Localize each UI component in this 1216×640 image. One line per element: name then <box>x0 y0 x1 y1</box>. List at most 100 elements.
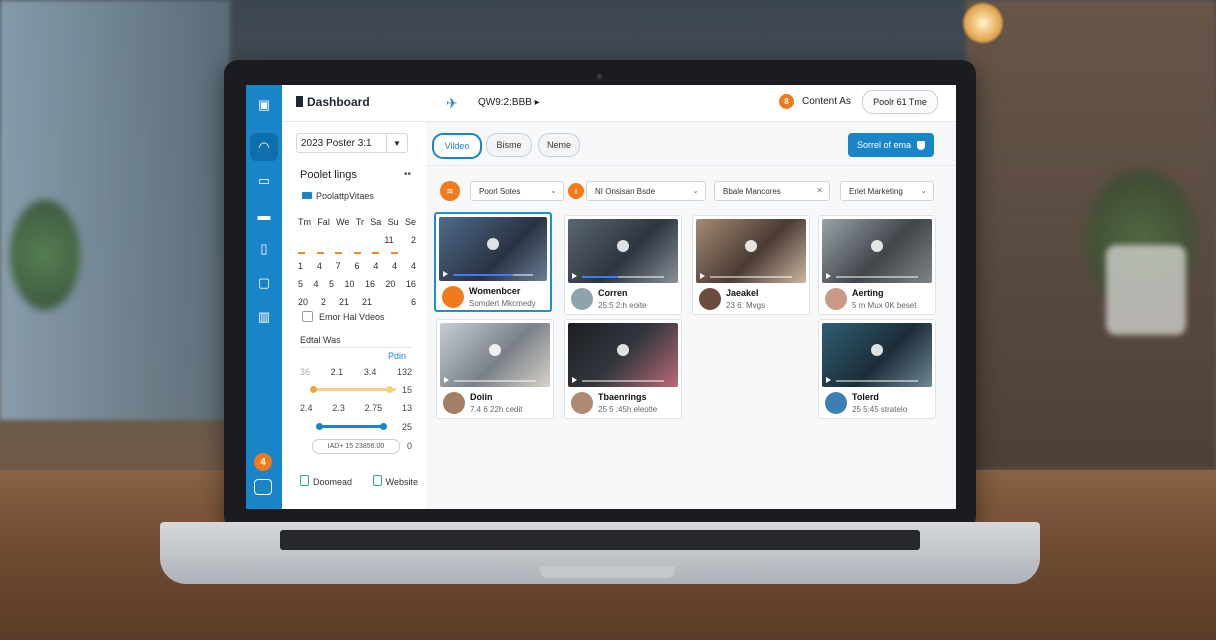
calendar-day[interactable]: 4 <box>317 261 322 271</box>
calendar-day[interactable]: 5 <box>298 279 303 289</box>
video-card[interactable]: Jaeakel 23 6: Mvgs <box>692 215 810 315</box>
play-icon[interactable] <box>826 377 831 383</box>
folder-icon[interactable]: ▭ <box>250 167 278 195</box>
calendar-day[interactable]: 2 <box>411 235 416 245</box>
range-row: 15 <box>300 385 412 395</box>
play-icon[interactable] <box>572 377 577 383</box>
player-controls <box>572 273 674 279</box>
player-controls <box>572 377 674 383</box>
video-card[interactable]: Tbaenrings 25 5 :45h eleotle <box>564 319 682 419</box>
player-controls <box>443 271 543 277</box>
primary-action-button[interactable]: Sorrel of ema <box>848 133 934 157</box>
card-title: Corren <box>598 288 628 298</box>
play-icon[interactable] <box>487 237 499 250</box>
document-link[interactable]: Doomead <box>300 475 352 487</box>
more-icon[interactable]: •• <box>404 169 411 180</box>
tab-bisme[interactable]: Bisme <box>486 133 532 157</box>
calendar-day[interactable]: 4 <box>373 261 378 271</box>
notification-badge[interactable]: 4 <box>254 453 272 471</box>
play-icon[interactable] <box>572 273 577 279</box>
calendar-day[interactable]: 2 <box>321 297 326 307</box>
filter-select[interactable]: NI Onsisan Bsde ⌄ <box>586 181 706 201</box>
video-card[interactable]: Aerting 5 m Mux 0K beset <box>818 215 936 315</box>
calendar-day[interactable]: 7 <box>336 261 341 271</box>
video-card[interactable]: Doiin 7.4 6 22h cedit <box>436 319 554 419</box>
video-thumbnail[interactable] <box>440 323 550 387</box>
play-icon[interactable] <box>745 239 757 252</box>
calendar-day[interactable]: 5 <box>329 279 334 289</box>
play-icon[interactable] <box>871 343 883 356</box>
period-select[interactable]: 2023 Poster 3:1 ▼ <box>296 133 408 153</box>
filter-link[interactable]: Pdin <box>388 351 406 361</box>
tab-video[interactable]: Vildeo <box>432 133 482 159</box>
play-icon[interactable] <box>444 377 449 383</box>
tab-neme[interactable]: Neme <box>538 133 580 157</box>
calendar-day[interactable]: 21 <box>362 297 372 307</box>
play-icon[interactable] <box>700 273 705 279</box>
day-name: Tm <box>298 217 311 227</box>
video-card[interactable]: Tolerd 25 5:45 stratelo <box>818 319 936 419</box>
legend-item[interactable]: PoolattpVitaes <box>302 191 374 201</box>
video-card[interactable]: Corren 25:5 2:h eoite <box>564 215 682 315</box>
home-icon[interactable]: ▣ <box>250 91 278 119</box>
calendar-day[interactable]: 21 <box>339 297 349 307</box>
play-icon[interactable] <box>443 271 448 277</box>
calendar-day[interactable]: 4 <box>313 279 318 289</box>
calendar-day[interactable]: 4 <box>411 261 416 271</box>
calendar-day[interactable]: 11 <box>384 235 393 245</box>
top-bar: ✈ QW9:2:BBB ▸ 8 Content As Poolr 61 Tme <box>426 85 956 122</box>
calendar-day[interactable]: 1 <box>298 261 303 271</box>
calendar-day[interactable]: 4 <box>392 261 397 271</box>
avatar <box>825 288 847 310</box>
chart-icon[interactable]: ▥ <box>250 303 278 331</box>
range-value: 13 <box>401 403 412 413</box>
icon-rail: ▣ ◠ ▭ ▬ ▯ ▢ ▥ 4 <box>246 85 282 509</box>
video-icon[interactable]: ▢ <box>250 269 278 297</box>
close-icon[interactable]: ✕ <box>816 186 823 195</box>
video-thumbnail[interactable] <box>439 217 547 281</box>
breadcrumb[interactable]: QW9:2:BBB ▸ <box>478 97 540 108</box>
calendar-day[interactable]: 16 <box>406 279 416 289</box>
checkbox-icon <box>302 311 313 322</box>
filter-select[interactable]: Bbale Mancores ✕ <box>714 181 830 201</box>
avatar <box>571 392 593 414</box>
sidebar-footer: Doomead Website <box>300 475 418 487</box>
filter-icon[interactable]: ≋ <box>440 181 460 201</box>
briefcase-icon[interactable]: ▬ <box>250 201 278 229</box>
card-title: Tbaenrings <box>598 392 647 402</box>
play-icon[interactable] <box>489 343 501 356</box>
divider <box>282 121 426 122</box>
play-icon[interactable] <box>826 273 831 279</box>
divider <box>426 165 956 166</box>
content-label[interactable]: Content As <box>802 96 851 107</box>
calendar-day[interactable]: 10 <box>344 279 354 289</box>
play-icon[interactable] <box>617 239 629 252</box>
calendar-day[interactable]: 6 <box>411 297 416 307</box>
play-icon[interactable] <box>617 343 629 356</box>
video-thumbnail[interactable] <box>568 323 678 387</box>
website-link[interactable]: Website <box>372 475 418 487</box>
video-thumbnail[interactable] <box>568 219 678 283</box>
day-name: Sa <box>370 217 382 227</box>
info-icon[interactable]: i <box>568 183 584 199</box>
progress-track <box>836 380 918 382</box>
calendar-day[interactable]: 6 <box>354 261 359 271</box>
calendar-day[interactable]: 20 <box>298 297 308 307</box>
calendar-day[interactable]: 16 <box>365 279 375 289</box>
calendar-day[interactable]: 20 <box>385 279 395 289</box>
filter-select[interactable]: Eriet Marketing ⌄ <box>840 181 934 201</box>
video-thumbnail[interactable] <box>822 323 932 387</box>
hide-videos-checkbox[interactable]: Emor Hal Vdeos <box>302 311 385 322</box>
video-thumbnail[interactable] <box>696 219 806 283</box>
wifi-icon[interactable]: ◠ <box>250 133 278 161</box>
video-thumbnail[interactable] <box>822 219 932 283</box>
video-card[interactable]: Womenbcer Somdert Mkcmedy <box>434 212 552 312</box>
play-icon[interactable] <box>871 239 883 252</box>
filter-select[interactable]: Poorl Sotes ⌄ <box>470 181 564 201</box>
top-action-button[interactable]: Poolr 61 Tme <box>862 90 938 114</box>
logo-icon[interactable]: ✈ <box>446 95 466 111</box>
document-icon[interactable]: ▯ <box>250 235 278 263</box>
chat-icon[interactable] <box>254 479 272 495</box>
progress-fill[interactable] <box>453 274 513 276</box>
progress-fill[interactable] <box>582 276 618 278</box>
